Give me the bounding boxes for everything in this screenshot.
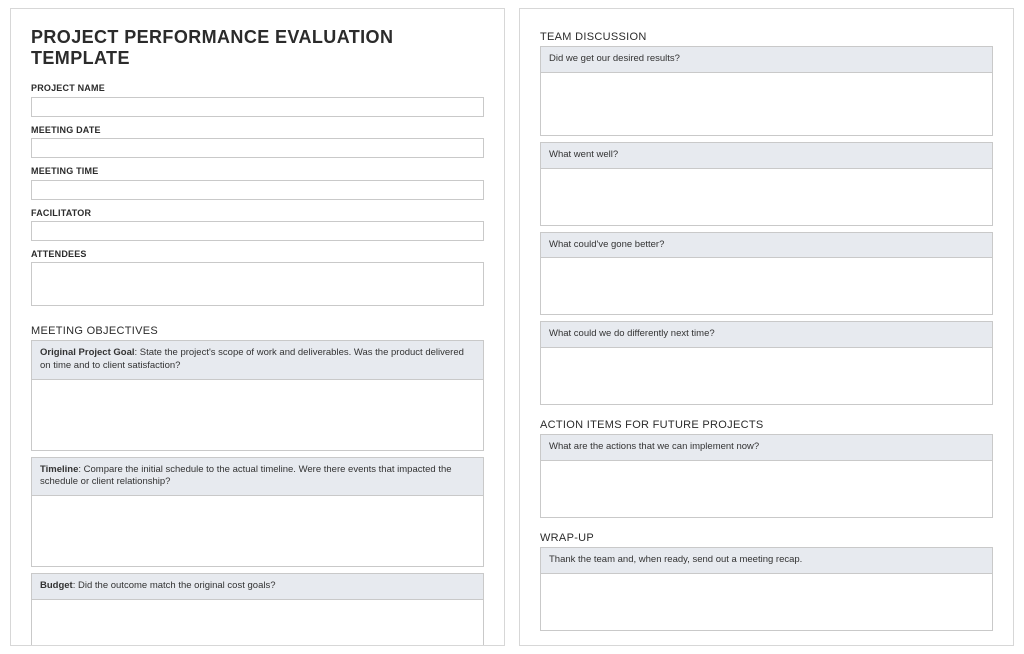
- objective-body-budget[interactable]: [32, 600, 483, 646]
- objective-bold-budget: Budget: [40, 580, 73, 591]
- action-block-0: What are the actions that we can impleme…: [540, 434, 993, 518]
- discussion-body-1[interactable]: [541, 169, 992, 225]
- discussion-block-1: What went well?: [540, 142, 993, 226]
- input-meeting-date[interactable]: [31, 138, 484, 158]
- wrapup-header-0: Thank the team and, when ready, send out…: [541, 548, 992, 574]
- discussion-body-0[interactable]: [541, 73, 992, 135]
- label-attendees: ATTENDEES: [31, 249, 484, 259]
- objective-header-budget: Budget: Did the outcome match the origin…: [32, 574, 483, 600]
- page-right: TEAM DISCUSSION Did we get our desired r…: [519, 8, 1014, 646]
- input-project-name[interactable]: [31, 97, 484, 117]
- page-left: PROJECT PERFORMANCE EVALUATION TEMPLATE …: [10, 8, 505, 646]
- label-facilitator: FACILITATOR: [31, 208, 484, 218]
- section-title-team-discussion: TEAM DISCUSSION: [540, 31, 993, 43]
- section-title-action-items: ACTION ITEMS FOR FUTURE PROJECTS: [540, 419, 993, 431]
- discussion-block-3: What could we do differently next time?: [540, 321, 993, 405]
- input-meeting-time[interactable]: [31, 180, 484, 200]
- label-project-name: PROJECT NAME: [31, 83, 484, 93]
- discussion-header-3: What could we do differently next time?: [541, 322, 992, 348]
- label-meeting-date: MEETING DATE: [31, 125, 484, 135]
- action-header-0: What are the actions that we can impleme…: [541, 435, 992, 461]
- discussion-header-0: Did we get our desired results?: [541, 47, 992, 73]
- objective-header-timeline: Timeline: Compare the initial schedule t…: [32, 458, 483, 497]
- objective-header-goal: Original Project Goal: State the project…: [32, 341, 483, 380]
- section-title-meeting-objectives: MEETING OBJECTIVES: [31, 325, 484, 337]
- objective-bold-goal: Original Project Goal: [40, 347, 135, 358]
- objective-block-timeline: Timeline: Compare the initial schedule t…: [31, 457, 484, 568]
- discussion-block-0: Did we get our desired results?: [540, 46, 993, 136]
- main-title: PROJECT PERFORMANCE EVALUATION TEMPLATE: [31, 27, 484, 69]
- objective-body-timeline[interactable]: [32, 496, 483, 566]
- wrapup-block-0: Thank the team and, when ready, send out…: [540, 547, 993, 631]
- discussion-body-3[interactable]: [541, 348, 992, 404]
- action-body-0[interactable]: [541, 461, 992, 517]
- discussion-block-2: What could've gone better?: [540, 232, 993, 316]
- input-attendees[interactable]: [31, 262, 484, 306]
- section-title-wrap-up: WRAP-UP: [540, 532, 993, 544]
- discussion-body-2[interactable]: [541, 258, 992, 314]
- objective-block-budget: Budget: Did the outcome match the origin…: [31, 573, 484, 646]
- discussion-header-2: What could've gone better?: [541, 233, 992, 259]
- objective-rest-timeline: : Compare the initial schedule to the ac…: [40, 464, 452, 488]
- objective-bold-timeline: Timeline: [40, 464, 78, 475]
- objective-rest-budget: : Did the outcome match the original cos…: [73, 580, 276, 591]
- label-meeting-time: MEETING TIME: [31, 166, 484, 176]
- discussion-header-1: What went well?: [541, 143, 992, 169]
- objective-body-goal[interactable]: [32, 380, 483, 450]
- wrapup-body-0[interactable]: [541, 574, 992, 630]
- input-facilitator[interactable]: [31, 221, 484, 241]
- objective-block-goal: Original Project Goal: State the project…: [31, 340, 484, 451]
